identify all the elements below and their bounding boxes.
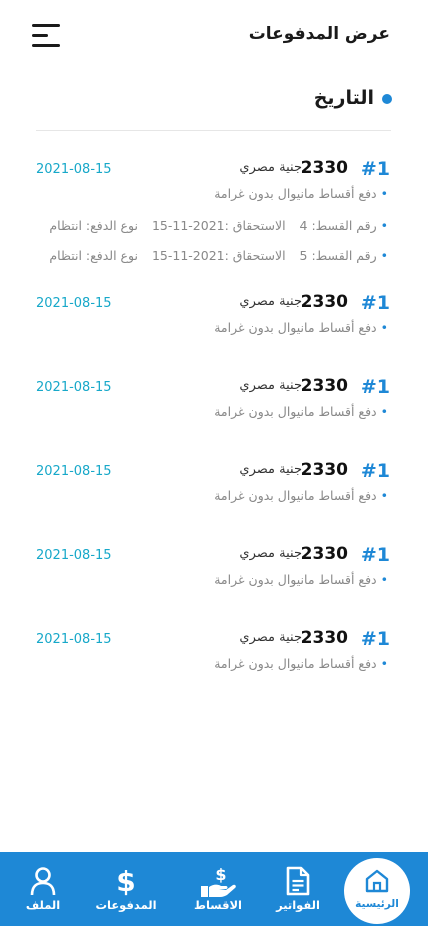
payment-date: 2021-08-15 bbox=[36, 296, 112, 311]
payment-item[interactable]: #1 2330 جنية مصري 2021-08-15 •دفع أقساط … bbox=[0, 628, 428, 738]
payment-date: 2021-08-15 bbox=[36, 548, 112, 563]
nav-item-invoices[interactable]: الفواتير bbox=[263, 852, 333, 926]
payment-date: 2021-08-15 bbox=[36, 380, 112, 395]
payment-number: #1 bbox=[360, 628, 390, 650]
payment-description: •دفع أقساط مانيوال بدون غرامة bbox=[214, 572, 388, 587]
page-title: عرض المدفوعات bbox=[248, 24, 390, 44]
nav-item-payments[interactable]: $ المدفوعات bbox=[91, 852, 161, 926]
nav-label-profile: الملف bbox=[25, 898, 61, 912]
payment-currency: جنية مصري bbox=[239, 546, 302, 561]
nav-label-payments: المدفوعات bbox=[95, 898, 157, 912]
svg-text:$: $ bbox=[116, 866, 135, 896]
payment-description: •دفع أقساط مانيوال بدون غرامة bbox=[214, 186, 388, 201]
payment-amount: 2330 bbox=[300, 460, 348, 480]
svg-text:$: $ bbox=[215, 866, 226, 884]
bullet-icon: • bbox=[380, 404, 388, 419]
installment-number: رقم القسط: 4 bbox=[299, 218, 377, 233]
installment-detail-row: •رقم القسط: 4 الاستحقاق :2021-11-15 نوع ال… bbox=[49, 218, 388, 233]
payment-description: •دفع أقساط مانيوال بدون غرامة bbox=[214, 488, 388, 503]
payment-type: نوع الدفع: انتظام bbox=[49, 248, 138, 263]
payment-amount: 2330 bbox=[300, 544, 348, 564]
section-bullet-dot bbox=[382, 94, 392, 104]
payment-amount: 2330 bbox=[300, 376, 348, 396]
payment-number: #1 bbox=[360, 544, 390, 566]
payment-currency: جنية مصري bbox=[239, 462, 302, 477]
section-title-history: التاريخ bbox=[313, 87, 374, 109]
installment-due: الاستحقاق :2021-11-15 bbox=[151, 248, 286, 263]
payment-type: نوع الدفع: انتظام bbox=[49, 218, 138, 233]
payment-number: #1 bbox=[360, 292, 390, 314]
hamburger-menu-icon[interactable] bbox=[30, 22, 62, 48]
payment-currency: جنية مصري bbox=[239, 378, 302, 393]
bottom-navigation: الملف $ المدفوعات $ الاقساط الفواتير الر… bbox=[0, 852, 428, 926]
payment-amount: 2330 bbox=[300, 292, 348, 312]
payment-date: 2021-08-15 bbox=[36, 162, 112, 177]
payment-number: #1 bbox=[360, 376, 390, 398]
user-icon bbox=[30, 867, 56, 896]
payment-number: #1 bbox=[360, 460, 390, 482]
nav-label-home: الرئيسية bbox=[355, 898, 399, 910]
payment-number: #1 bbox=[360, 158, 390, 180]
document-icon bbox=[286, 866, 310, 896]
divider bbox=[36, 130, 391, 131]
bullet-icon: • bbox=[380, 186, 388, 201]
installment-number: رقم القسط: 5 bbox=[299, 248, 377, 263]
bullet-icon: • bbox=[380, 656, 388, 671]
payment-currency: جنية مصري bbox=[239, 630, 302, 645]
bullet-icon: • bbox=[380, 572, 388, 587]
nav-label-invoices: الفواتير bbox=[276, 898, 320, 912]
nav-item-home[interactable]: الرئيسية bbox=[344, 858, 410, 924]
payment-item[interactable]: #1 2330 جنية مصري 2021-08-15 •دفع أقساط … bbox=[0, 158, 428, 268]
payment-currency: جنية مصري bbox=[239, 160, 302, 175]
nav-label-installments: الاقساط bbox=[194, 898, 242, 912]
top-bar: عرض المدفوعات bbox=[0, 0, 428, 72]
payment-amount: 2330 bbox=[300, 158, 348, 178]
payment-date: 2021-08-15 bbox=[36, 464, 112, 479]
bullet-icon: • bbox=[380, 248, 388, 263]
bullet-icon: • bbox=[380, 218, 388, 233]
payment-date: 2021-08-15 bbox=[36, 632, 112, 647]
payment-currency: جنية مصري bbox=[239, 294, 302, 309]
hand-money-icon: $ bbox=[201, 866, 236, 897]
nav-item-installments[interactable]: $ الاقساط bbox=[183, 852, 253, 926]
bullet-icon: • bbox=[380, 320, 388, 335]
installment-detail-row: •رقم القسط: 5 الاستحقاق :2021-11-15 نوع ال… bbox=[49, 248, 388, 263]
nav-item-profile[interactable]: الملف bbox=[8, 852, 78, 926]
payment-description: •دفع أقساط مانيوال بدون غرامة bbox=[214, 320, 388, 335]
payment-amount: 2330 bbox=[300, 628, 348, 648]
home-icon bbox=[365, 869, 389, 893]
installment-due: الاستحقاق :2021-11-15 bbox=[151, 218, 286, 233]
payment-description: •دفع أقساط مانيوال بدون غرامة bbox=[214, 656, 388, 671]
payment-description: •دفع أقساط مانيوال بدون غرامة bbox=[214, 404, 388, 419]
bullet-icon: • bbox=[380, 488, 388, 503]
dollar-icon: $ bbox=[116, 866, 135, 896]
